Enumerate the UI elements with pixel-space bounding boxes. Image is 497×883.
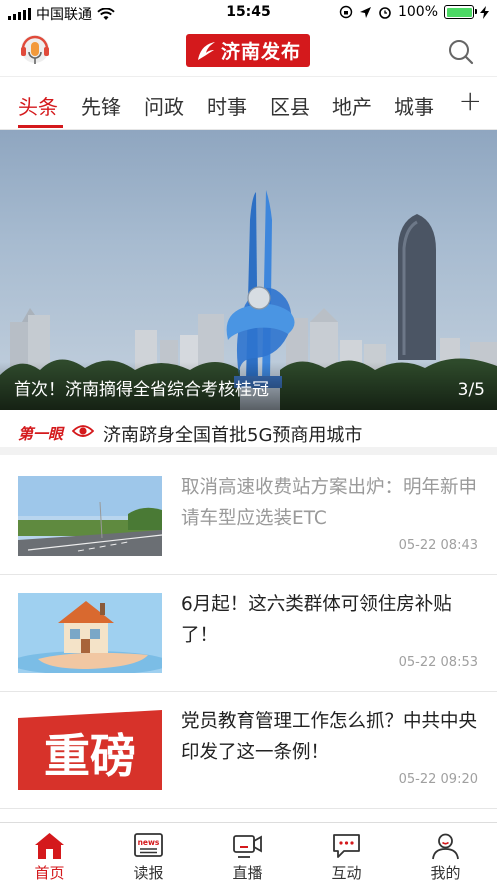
voice-button[interactable] (18, 33, 52, 69)
news-title: 取消高速收费站方案出炉：明年新申请车型应选装ETC (181, 477, 478, 529)
logo-text: 济南发布 (220, 41, 301, 63)
search-icon (449, 40, 474, 65)
news-title: 6月起！这六类群体可领住房补贴了！ (181, 594, 452, 646)
news-badge-text: news (138, 838, 160, 847)
microphone-icon (21, 35, 49, 64)
status-right: 100% (339, 4, 489, 20)
news-thumbnail-highway (18, 476, 162, 556)
news-title: 党员教育管理工作怎么抓？中共中央印发了这一条例！ (181, 711, 478, 763)
battery-percent: 100% (397, 4, 438, 20)
thumb-text: 重磅 (44, 729, 136, 783)
tab-pioneer[interactable]: 先锋 (81, 91, 121, 120)
tab-current-affairs[interactable]: 时事 (207, 91, 247, 120)
tab-headlines[interactable]: 头条 (18, 91, 58, 120)
banner-caption: 首次！济南摘得全省综合考核桂冠 3/5 (0, 362, 497, 410)
news-thumbnail-house (18, 593, 162, 673)
rotation-lock-icon (339, 5, 353, 19)
news-item[interactable]: 6月起！这六类群体可领住房补贴了！ 05-22 08:53 (0, 575, 497, 692)
nav-interact[interactable]: 互动 (297, 823, 396, 883)
news-time: 05-22 08:53 (398, 655, 478, 670)
nav-live[interactable]: 直播 (198, 823, 297, 883)
eye-icon (72, 425, 94, 437)
tab-inquiry[interactable]: 问政 (144, 91, 184, 120)
battery-icon (444, 5, 477, 19)
nav-read-paper[interactable]: news 读报 (99, 823, 198, 883)
nav-label: 直播 (232, 864, 263, 882)
nav-profile[interactable]: 我的 (396, 823, 495, 883)
tab-city-news[interactable]: 城事 (394, 91, 434, 120)
app-logo: 济南发布 (186, 34, 310, 67)
first-look-headline: 济南跻身全国首批5G预商用城市 (103, 425, 363, 446)
tab-districts[interactable]: 区县 (270, 91, 310, 120)
news-icon: news (134, 833, 163, 857)
add-tab-button[interactable]: + (459, 87, 482, 115)
news-time: 05-22 09:20 (398, 772, 478, 787)
banner-page-indicator: 3/5 (457, 380, 485, 400)
banner-carousel[interactable]: 首次！济南摘得全省综合考核桂冠 3/5 (0, 130, 497, 410)
active-tab-indicator (18, 125, 63, 128)
live-icon (233, 835, 262, 858)
nav-label: 读报 (133, 864, 164, 882)
news-thumbnail-breaking: 重磅 (18, 710, 162, 790)
nav-home[interactable]: 首页 (0, 823, 99, 883)
search-button[interactable] (447, 38, 475, 66)
home-icon (35, 833, 64, 859)
alarm-icon (379, 7, 391, 19)
first-look-tag: 第一眼 (18, 425, 64, 443)
logo-mark-icon (197, 41, 215, 60)
charging-icon (480, 5, 489, 19)
app-header: 济南发布 (0, 26, 497, 76)
tab-real-estate[interactable]: 地产 (332, 91, 372, 120)
news-time: 05-22 08:43 (398, 538, 478, 553)
chat-icon (333, 834, 360, 858)
nav-label: 我的 (430, 864, 461, 882)
user-icon (432, 833, 459, 860)
nav-label: 首页 (34, 864, 65, 882)
first-look-bar[interactable]: 第一眼 济南跻身全国首批5G预商用城市 (0, 410, 497, 455)
bottom-navigation: 首页 news 读报 直播 互动 我的 (0, 822, 497, 883)
nav-label: 互动 (331, 864, 362, 882)
banner-title[interactable]: 首次！济南摘得全省综合考核桂冠 (14, 375, 269, 400)
news-item[interactable]: 重磅 党员教育管理工作怎么抓？中共中央印发了这一条例！ 05-22 09:20 (0, 692, 497, 809)
news-item[interactable]: 取消高速收费站方案出炉：明年新申请车型应选装ETC 05-22 08:43 (0, 458, 497, 575)
location-icon (359, 6, 371, 18)
status-bar: 中国联通 15:45 100% (0, 0, 497, 26)
category-tabs: 头条 先锋 问政 时事 区县 地产 城事 + (0, 76, 497, 130)
